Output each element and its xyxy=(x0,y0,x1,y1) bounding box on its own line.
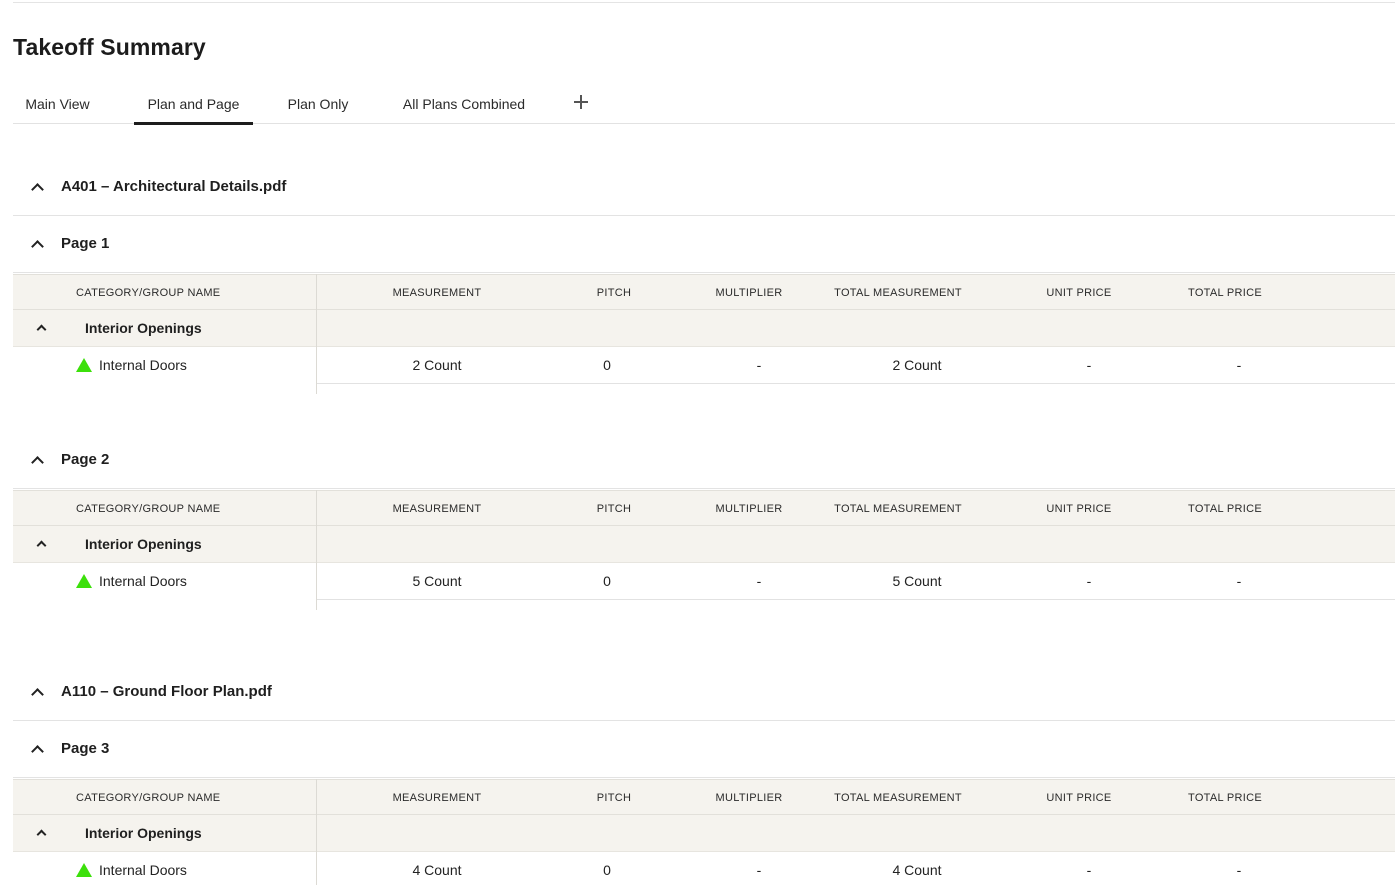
chevron-up-icon[interactable] xyxy=(30,453,44,467)
col-category: CATEGORY/GROUP NAME xyxy=(76,503,221,515)
page-row[interactable]: Page 1 xyxy=(13,216,1395,273)
cell-total-measurement: 2 Count xyxy=(892,357,942,373)
top-divider xyxy=(13,2,1395,3)
cell-pitch: 0 xyxy=(603,862,611,878)
chevron-up-icon[interactable] xyxy=(30,237,44,251)
page-title: Takeoff Summary xyxy=(13,34,206,60)
cell-total-measurement: 5 Count xyxy=(892,573,942,589)
table-row[interactable]: Internal Doors 5 Count 0 - 5 Count - - xyxy=(13,563,1395,600)
col-total-price: TOTAL PRICE xyxy=(1188,792,1262,804)
table-row[interactable]: Internal Doors 2 Count 0 - 2 Count - - xyxy=(13,347,1395,384)
col-multiplier: MULTIPLIER xyxy=(715,792,783,804)
view-tabs: Main View Plan and Page Plan Only All Pl… xyxy=(13,84,1395,125)
page-name: Page 3 xyxy=(61,740,110,757)
tab-plan-only[interactable]: Plan Only xyxy=(279,84,357,124)
cell-measurement: 2 Count xyxy=(412,357,462,373)
cell-measurement: 4 Count xyxy=(412,862,462,878)
cell-multiplier: - xyxy=(756,573,762,589)
cell-multiplier: - xyxy=(756,357,762,373)
col-category: CATEGORY/GROUP NAME xyxy=(76,792,221,804)
column-divider xyxy=(316,779,317,885)
col-measurement: MEASUREMENT xyxy=(392,503,482,515)
cell-total-price: - xyxy=(1236,573,1242,589)
col-measurement: MEASUREMENT xyxy=(392,792,482,804)
col-multiplier: MULTIPLIER xyxy=(715,287,783,299)
chevron-up-icon[interactable] xyxy=(30,685,44,699)
plan-row[interactable]: A401 – Architectural Details.pdf xyxy=(13,159,1395,216)
takeoff-table: CATEGORY/GROUP NAME MEASUREMENT PITCH MU… xyxy=(13,490,1395,610)
plan-row[interactable]: A110 – Ground Floor Plan.pdf xyxy=(13,664,1395,721)
col-total-price: TOTAL PRICE xyxy=(1188,287,1262,299)
page-name: Page 2 xyxy=(61,451,110,468)
col-total-measurement: TOTAL MEASUREMENT xyxy=(834,792,962,804)
cell-unit-price: - xyxy=(1086,862,1092,878)
group-name: Interior Openings xyxy=(85,320,202,336)
col-unit-price: UNIT PRICE xyxy=(1046,792,1112,804)
group-row[interactable]: Interior Openings xyxy=(13,526,1395,563)
tab-main-view[interactable]: Main View xyxy=(13,84,102,124)
add-view-plus-icon[interactable] xyxy=(571,92,591,112)
col-measurement: MEASUREMENT xyxy=(392,287,482,299)
col-total-measurement: TOTAL MEASUREMENT xyxy=(834,287,962,299)
table-header: CATEGORY/GROUP NAME MEASUREMENT PITCH MU… xyxy=(13,779,1395,815)
group-row[interactable]: Interior Openings xyxy=(13,310,1395,347)
cell-total-measurement: 4 Count xyxy=(892,862,942,878)
group-name: Interior Openings xyxy=(85,825,202,841)
takeoff-table: CATEGORY/GROUP NAME MEASUREMENT PITCH MU… xyxy=(13,274,1395,394)
col-category: CATEGORY/GROUP NAME xyxy=(76,287,221,299)
cell-total-price: - xyxy=(1236,357,1242,373)
group-name: Interior Openings xyxy=(85,536,202,552)
plan-name: A110 – Ground Floor Plan.pdf xyxy=(61,683,272,700)
col-total-measurement: TOTAL MEASUREMENT xyxy=(834,503,962,515)
group-row[interactable]: Interior Openings xyxy=(13,815,1395,852)
col-unit-price: UNIT PRICE xyxy=(1046,503,1112,515)
cell-unit-price: - xyxy=(1086,357,1092,373)
plan-name: A401 – Architectural Details.pdf xyxy=(61,178,287,195)
column-divider xyxy=(316,274,317,394)
col-unit-price: UNIT PRICE xyxy=(1046,287,1112,299)
col-multiplier: MULTIPLIER xyxy=(715,503,783,515)
column-divider xyxy=(316,490,317,610)
page-row[interactable]: Page 2 xyxy=(13,432,1395,489)
tab-plan-and-page[interactable]: Plan and Page xyxy=(134,84,253,125)
chevron-up-icon[interactable] xyxy=(30,742,44,756)
cell-pitch: 0 xyxy=(603,573,611,589)
col-pitch: PITCH xyxy=(596,503,632,515)
cell-pitch: 0 xyxy=(603,357,611,373)
col-pitch: PITCH xyxy=(596,792,632,804)
table-row[interactable]: Internal Doors 4 Count 0 - 4 Count - - xyxy=(13,852,1395,889)
cell-total-price: - xyxy=(1236,862,1242,878)
chevron-up-icon[interactable] xyxy=(35,538,47,550)
item-name: Internal Doors xyxy=(99,573,187,589)
page-name: Page 1 xyxy=(61,235,110,252)
cell-measurement: 5 Count xyxy=(412,573,462,589)
table-header: CATEGORY/GROUP NAME MEASUREMENT PITCH MU… xyxy=(13,274,1395,310)
chevron-up-icon[interactable] xyxy=(35,827,47,839)
row-divider xyxy=(317,383,1395,384)
cell-unit-price: - xyxy=(1086,573,1092,589)
col-total-price: TOTAL PRICE xyxy=(1188,503,1262,515)
row-divider xyxy=(317,599,1395,600)
item-name: Internal Doors xyxy=(99,862,187,878)
col-pitch: PITCH xyxy=(596,287,632,299)
chevron-up-icon[interactable] xyxy=(30,180,44,194)
chevron-up-icon[interactable] xyxy=(35,322,47,334)
triangle-marker-icon xyxy=(76,863,92,877)
tab-all-plans-combined[interactable]: All Plans Combined xyxy=(397,84,531,124)
cell-multiplier: - xyxy=(756,862,762,878)
item-name: Internal Doors xyxy=(99,357,187,373)
table-header: CATEGORY/GROUP NAME MEASUREMENT PITCH MU… xyxy=(13,490,1395,526)
takeoff-table: CATEGORY/GROUP NAME MEASUREMENT PITCH MU… xyxy=(13,779,1395,885)
triangle-marker-icon xyxy=(76,574,92,588)
triangle-marker-icon xyxy=(76,358,92,372)
page-row[interactable]: Page 3 xyxy=(13,721,1395,778)
